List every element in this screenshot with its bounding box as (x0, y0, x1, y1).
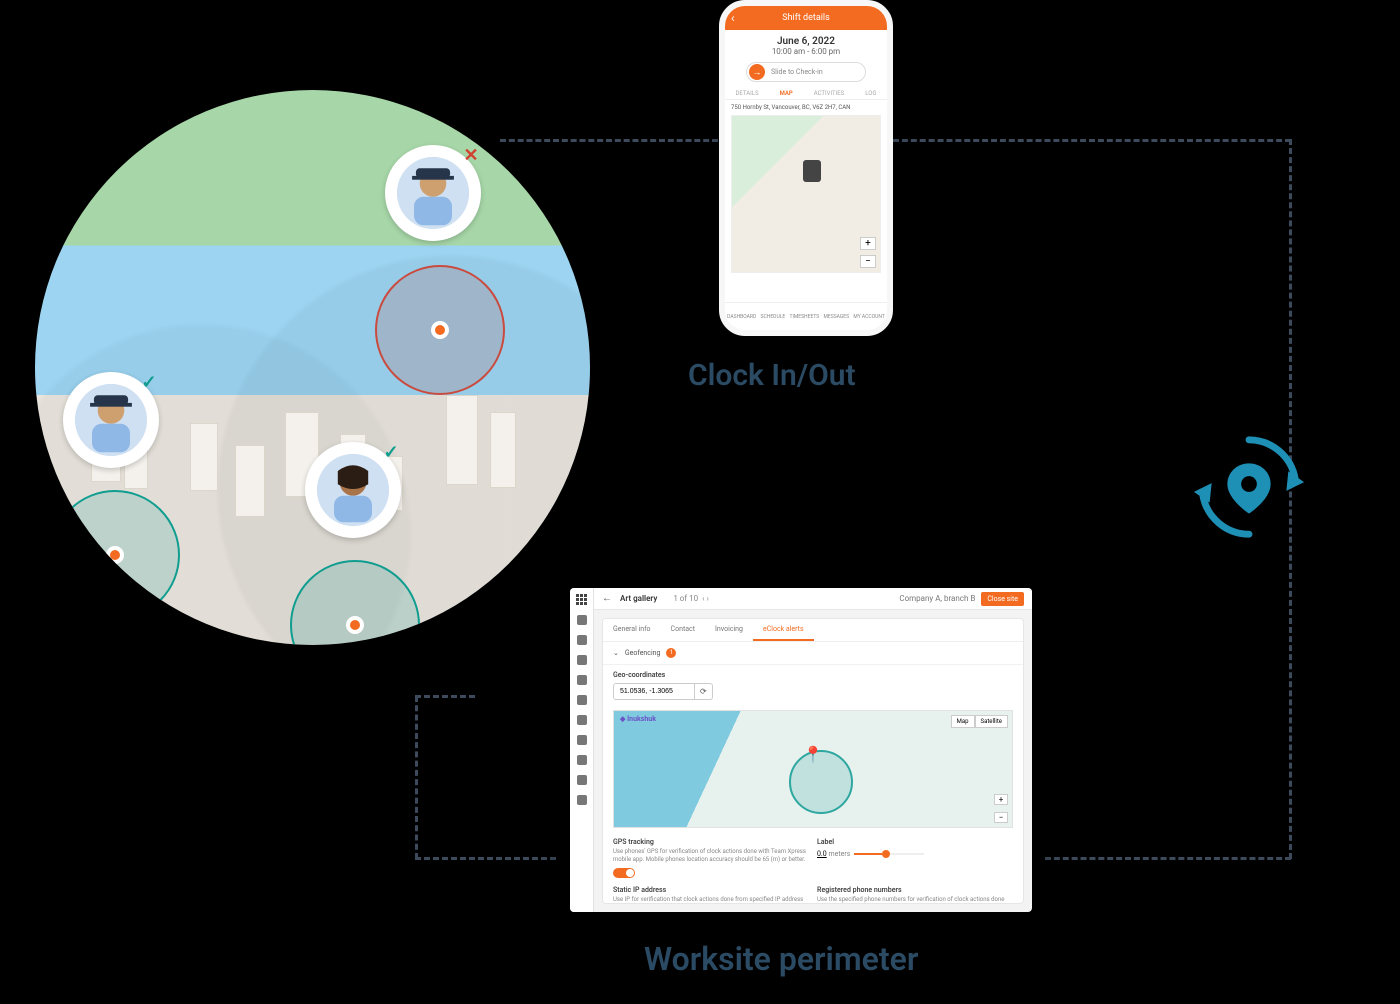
connector-line (415, 857, 556, 860)
nav-item[interactable]: TIMESHEETS (790, 314, 820, 320)
phone-tab[interactable]: DETAILS (735, 90, 758, 97)
nav-item[interactable]: DASHBOARD (727, 314, 756, 320)
shift-date: June 6, 2022 (725, 30, 887, 47)
app-grid-icon[interactable] (576, 594, 587, 605)
map-pin-icon[interactable]: 📍 (803, 745, 823, 764)
tab[interactable]: eClock alerts (753, 619, 814, 641)
geofence-ring (50, 490, 180, 620)
map-type-map[interactable]: Map (951, 715, 975, 728)
zoom-out-button[interactable]: − (994, 812, 1008, 823)
option-desc: Use the specified phone numbers for veri… (817, 896, 1013, 904)
back-arrow-icon[interactable]: ← (602, 593, 612, 604)
zoom-out-button[interactable]: − (860, 255, 876, 268)
guard-avatar: ✓ (63, 372, 159, 468)
sidebar-icon[interactable] (577, 695, 587, 705)
phone-tabs: DETAILS MAP ACTIVITIES LOG (725, 88, 887, 100)
page-topbar: ← Art gallery 1 of 10 ‹ › Company A, bra… (594, 588, 1032, 610)
chevron-down-icon: ⌄ (613, 649, 619, 657)
arrow-right-icon: → (749, 64, 765, 80)
option-desc: Use IP for verification that clock actio… (613, 896, 809, 904)
geofence-ring (290, 560, 420, 645)
sidebar-icon[interactable] (577, 755, 587, 765)
option-desc: Use phones' GPS for verification of cloc… (613, 848, 809, 864)
connector-line (415, 696, 418, 859)
map-pin-icon (803, 160, 821, 182)
radius-slider[interactable] (854, 853, 924, 855)
option-title: GPS tracking (613, 838, 809, 846)
option-static-ip: Static IP address Use IP for verificatio… (613, 886, 809, 904)
status-check-icon: ✓ (135, 368, 163, 396)
pager-label: 1 of 10 ‹ › (673, 594, 709, 603)
section-title: Geofencing (625, 649, 661, 657)
guard-avatar: ✕ (385, 145, 481, 241)
option-gps-tracking: GPS tracking Use phones' GPS for verific… (613, 838, 809, 878)
map-type-satellite[interactable]: Satellite (975, 715, 1009, 728)
label-clock-in-out: Clock In/Out (688, 358, 856, 393)
phone-tab[interactable]: MAP (780, 90, 793, 97)
nav-item[interactable]: MY ACCOUNT (853, 314, 884, 320)
guard-avatar: ✓ (305, 442, 401, 538)
option-title: Label (817, 838, 1013, 846)
phone-mockup: ‹ Shift details June 6, 2022 10:00 am - … (719, 0, 893, 336)
phone-header: ‹ Shift details (725, 6, 887, 30)
label-worksite-perimeter: Worksite perimeter (644, 940, 918, 978)
slide-label: Slide to Check-in (771, 68, 823, 76)
label-unit: meters (828, 850, 850, 858)
phone-map[interactable]: + − (731, 115, 881, 273)
tablet-mockup: ← Art gallery 1 of 10 ‹ › Company A, bra… (560, 578, 1042, 922)
shift-time: 10:00 am - 6:00 pm (725, 47, 887, 62)
map-3d-overview: ✕ ✓ ✓ (35, 90, 590, 645)
refresh-icon[interactable]: ⟳ (694, 684, 712, 699)
worksite-map[interactable]: ◆ Inukshuk Map Satellite 📍 + − (613, 710, 1013, 828)
sidebar-icon[interactable] (577, 795, 587, 805)
shift-address: 750 Hornby St, Vancouver, BC, V6Z 2H7, C… (725, 100, 887, 115)
slide-to-checkin[interactable]: → Slide to Check-in (746, 62, 866, 82)
sidebar-icon[interactable] (577, 715, 587, 725)
geofence-ring (375, 265, 505, 395)
page-title: Art gallery (620, 594, 657, 603)
connector-line (1045, 857, 1291, 860)
map-provider-logo: ◆ Inukshuk (620, 715, 656, 723)
nav-item[interactable]: SCHEDULE (761, 314, 786, 320)
sidebar-icon[interactable] (577, 615, 587, 625)
close-site-button[interactable]: Close site (981, 592, 1024, 606)
geo-coordinates-field[interactable] (614, 684, 694, 699)
section-header[interactable]: ⌄ Geofencing 1 (603, 642, 1023, 665)
option-label: Label 0.0 meters (817, 838, 1013, 878)
label-value: 0.0 (817, 850, 827, 858)
option-title: Static IP address (613, 886, 809, 894)
tab[interactable]: Contact (661, 619, 705, 641)
connector-line (415, 695, 475, 698)
phone-tab[interactable]: ACTIVITIES (814, 90, 844, 97)
tab[interactable]: General info (603, 619, 661, 641)
back-arrow-icon[interactable]: ‹ (731, 11, 735, 25)
settings-tabs: General info Contact Invoicing eClock al… (603, 619, 1023, 642)
phone-bottom-nav: DASHBOARD SCHEDULE TIMESHEETS MESSAGES M… (725, 302, 887, 330)
sidebar-icon[interactable] (577, 635, 587, 645)
geo-coordinates-label: Geo-coordinates (613, 671, 1013, 679)
zoom-in-button[interactable]: + (860, 237, 876, 250)
section-count-badge: 1 (666, 648, 676, 658)
gps-toggle[interactable] (613, 868, 635, 878)
status-check-icon: ✓ (377, 438, 405, 466)
phone-tab[interactable]: LOG (865, 90, 876, 97)
nav-item[interactable]: MESSAGES (824, 314, 850, 320)
tab[interactable]: Invoicing (705, 619, 753, 641)
app-sidebar (570, 588, 594, 912)
option-registered-phones: Registered phone numbers Use the specifi… (817, 886, 1013, 904)
connector-line (893, 139, 1291, 142)
sidebar-icon[interactable] (577, 655, 587, 665)
connector-line (500, 139, 718, 142)
sidebar-icon[interactable] (577, 735, 587, 745)
company-selector[interactable]: Company A, branch B (899, 594, 975, 603)
option-title: Registered phone numbers (817, 886, 1013, 894)
phone-header-title: Shift details (782, 13, 830, 23)
geo-sync-icon (1190, 428, 1308, 546)
sidebar-icon[interactable] (577, 675, 587, 685)
sidebar-icon[interactable] (577, 775, 587, 785)
zoom-in-button[interactable]: + (994, 794, 1008, 805)
status-cross-icon: ✕ (457, 141, 485, 169)
geo-coordinates-input[interactable]: ⟳ (613, 683, 713, 700)
